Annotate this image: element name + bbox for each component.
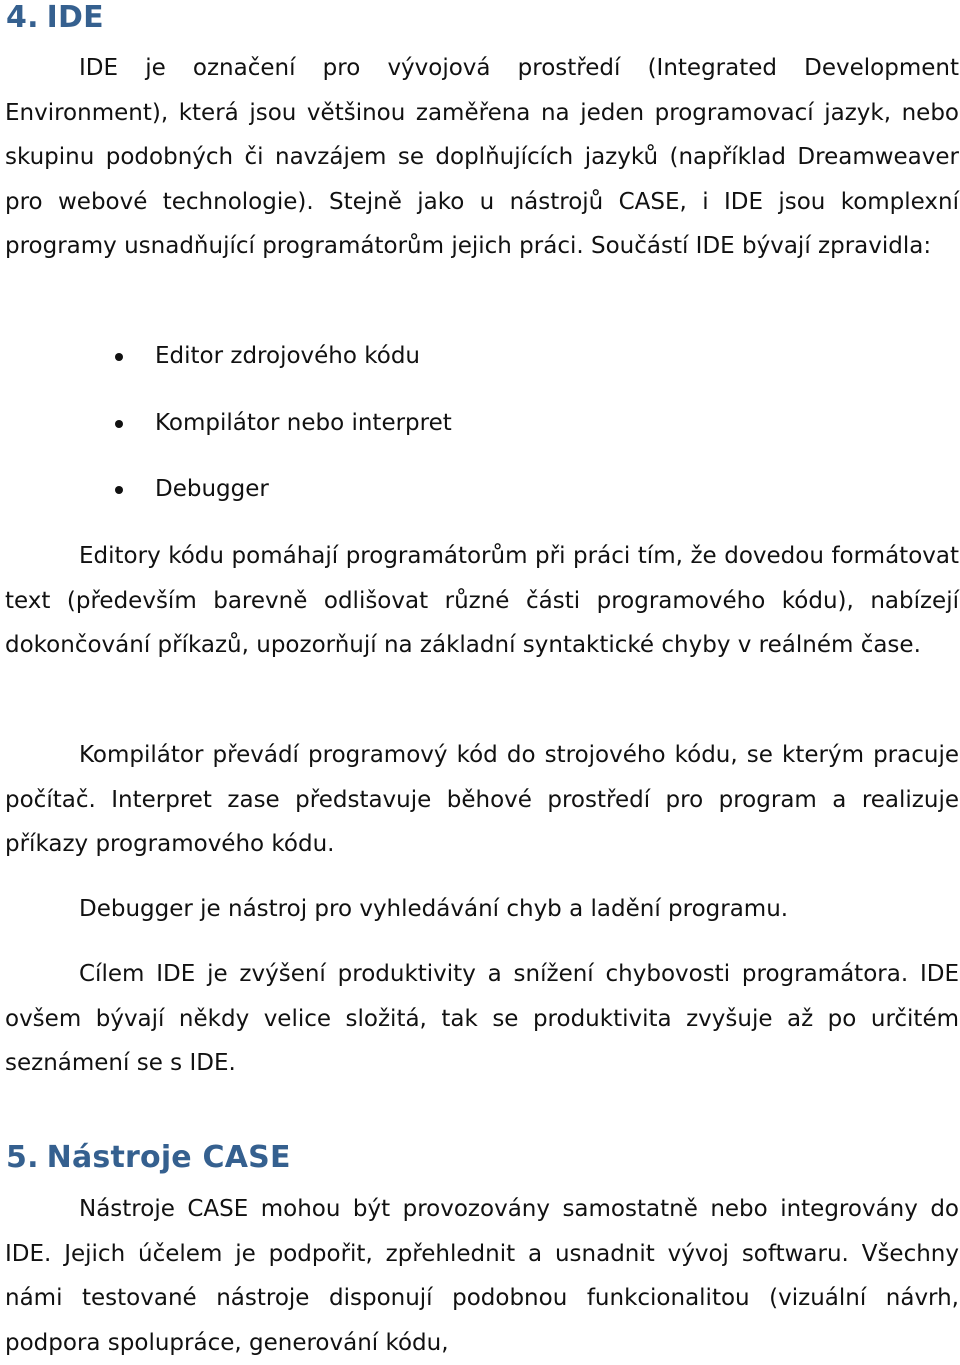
list-item-text: Editor zdrojového kódu [155, 343, 421, 369]
section-heading-ide: 4. IDE [6, 0, 104, 35]
bullet-icon [115, 486, 123, 494]
list-item-text: Kompilátor nebo interpret [155, 409, 452, 436]
ide-goal-paragraph: Cílem IDE je zvýšení produktivity a sníž… [5, 961, 959, 1076]
editors-paragraph: Editory kódu pomáhají programátorům při … [5, 543, 959, 658]
section-number: 5. [6, 1140, 39, 1175]
compiler-paragraph: Kompilátor převádí programový kód do str… [5, 742, 959, 857]
list-item-text: Debugger [155, 476, 269, 502]
bullet-icon [115, 353, 123, 361]
case-tools-paragraph: Nástroje CASE mohou být provozovány samo… [5, 1196, 959, 1356]
section-heading-case-tools: 5. Nástroje CASE [6, 1140, 291, 1175]
section-title: Nástroje CASE [46, 1140, 291, 1175]
bullet-icon [115, 419, 123, 428]
ide-intro-paragraph: IDE je označení pro vývojová prostředí (… [5, 55, 959, 259]
section-number: 4. [6, 0, 39, 35]
debugger-paragraph: Debugger je nástroj pro vyhledávání chyb… [79, 896, 789, 922]
section-title: IDE [46, 0, 104, 35]
